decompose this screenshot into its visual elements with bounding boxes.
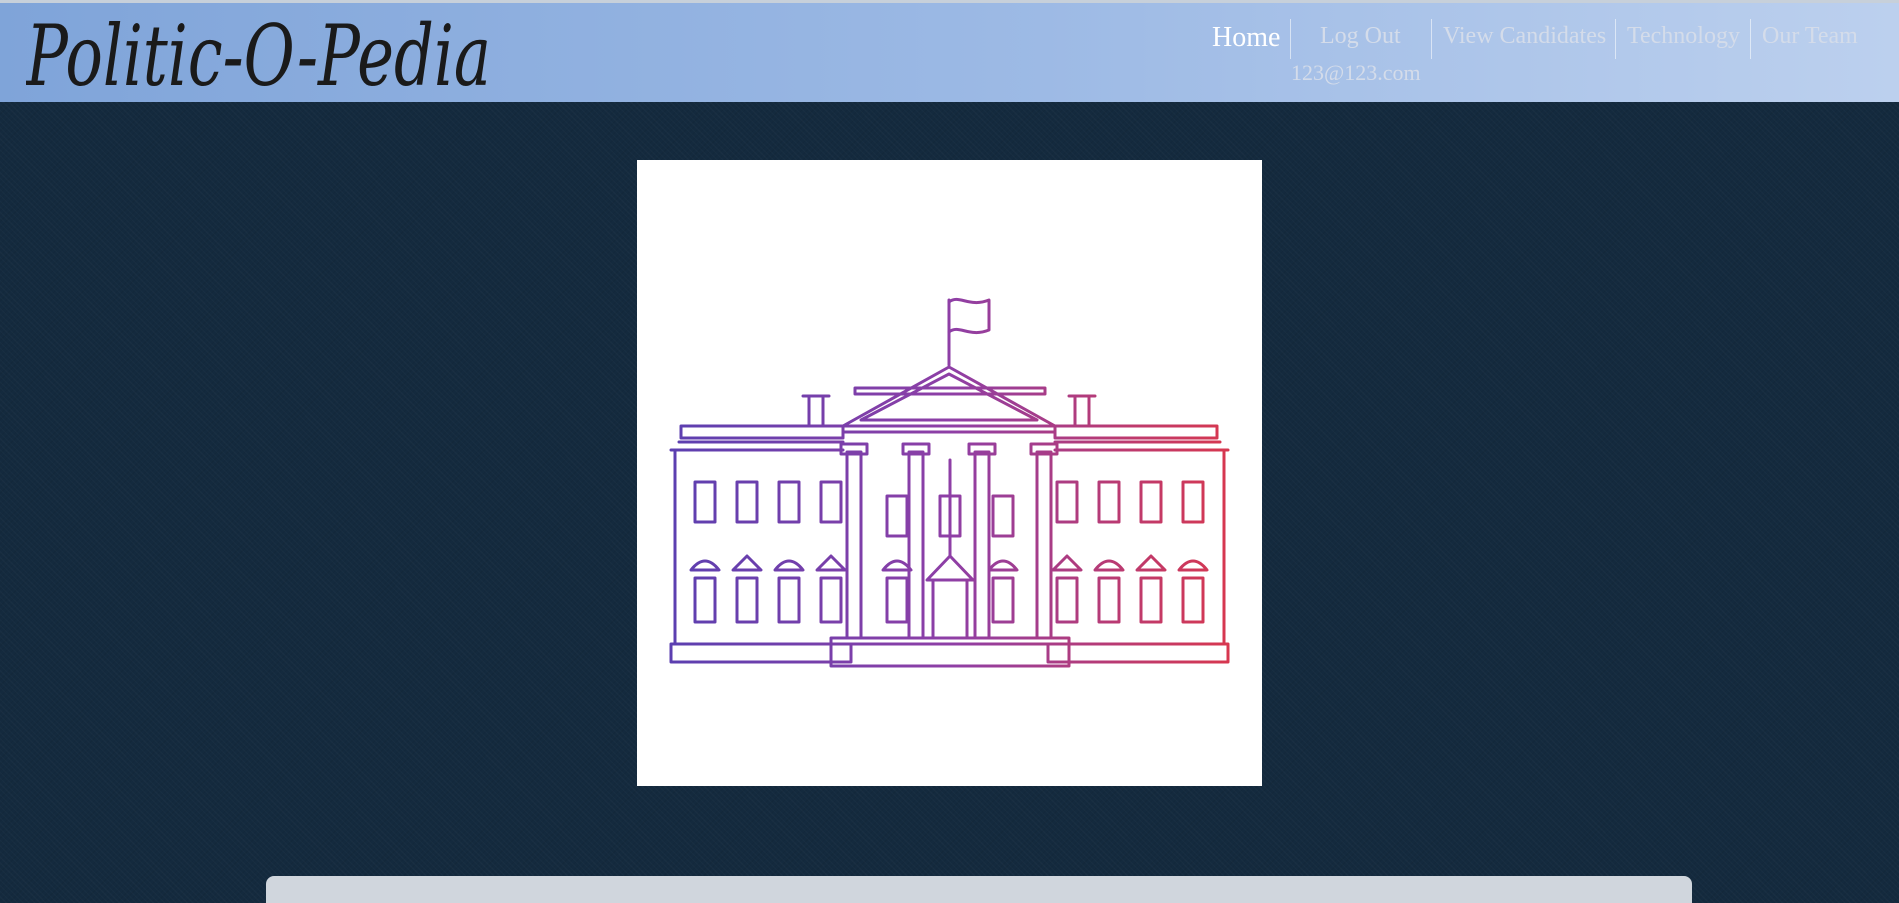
nav-home-link[interactable]: Home <box>1212 22 1280 54</box>
nav-divider <box>1750 19 1751 59</box>
site-logo[interactable]: Politic-O-Pedia <box>26 5 496 99</box>
nav-technology-link[interactable]: Technology <box>1627 23 1740 50</box>
top-navbar: Politic-O-Pedia Home Log Out View Candid… <box>0 0 1899 102</box>
nav-divider <box>1615 19 1616 59</box>
svg-text:Politic-O-Pedia: Politic-O-Pedia <box>26 7 491 99</box>
user-email: 123@123.com <box>1291 60 1421 85</box>
white-house-icon <box>669 297 1230 668</box>
content-panel <box>266 876 1692 903</box>
nav-view-candidates-link[interactable]: View Candidates <box>1443 23 1606 50</box>
nav-logout-link[interactable]: Log Out <box>1320 23 1401 50</box>
nav-our-team-link[interactable]: Our Team <box>1762 23 1858 50</box>
hero-image <box>637 160 1262 786</box>
nav-divider <box>1290 19 1291 59</box>
nav-divider <box>1431 19 1432 59</box>
